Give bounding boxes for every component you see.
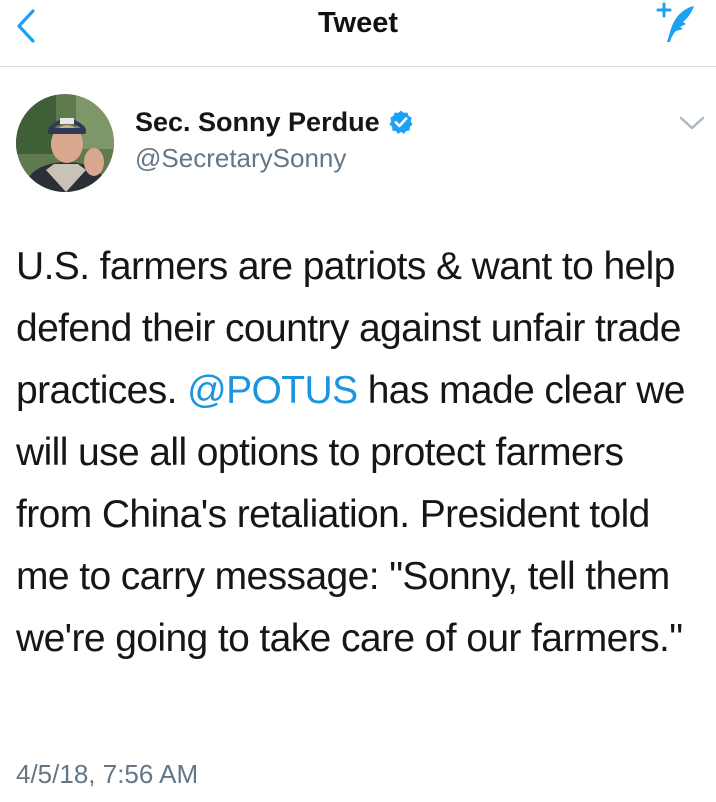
tweet-timestamp: 4/5/18, 7:56 AM [16, 759, 199, 789]
author-name: Sec. Sonny Perdue [135, 107, 380, 137]
compose-tweet-icon [656, 2, 694, 42]
tweet-header: Sec. Sonny Perdue @SecretarySonny [16, 94, 706, 194]
profile-photo [16, 94, 114, 192]
avatar[interactable] [16, 94, 114, 192]
page-title: Tweet [317, 7, 399, 39]
verified-badge-icon [389, 110, 413, 134]
compose-tweet-button[interactable] [650, 2, 702, 46]
chevron-down-icon [679, 116, 705, 130]
tweet-menu-button[interactable] [678, 112, 706, 134]
mention-link[interactable]: @POTUS [187, 369, 358, 412]
navigation-bar: Tweet [0, 0, 716, 67]
tweet-text: U.S. farmers are patriots & want to help… [16, 236, 706, 670]
author-name-row[interactable]: Sec. Sonny Perdue [135, 106, 414, 138]
author-handle[interactable]: @SecretarySonny [135, 142, 346, 174]
tweet-text-part-2: has made clear we will use all options t… [16, 369, 685, 660]
